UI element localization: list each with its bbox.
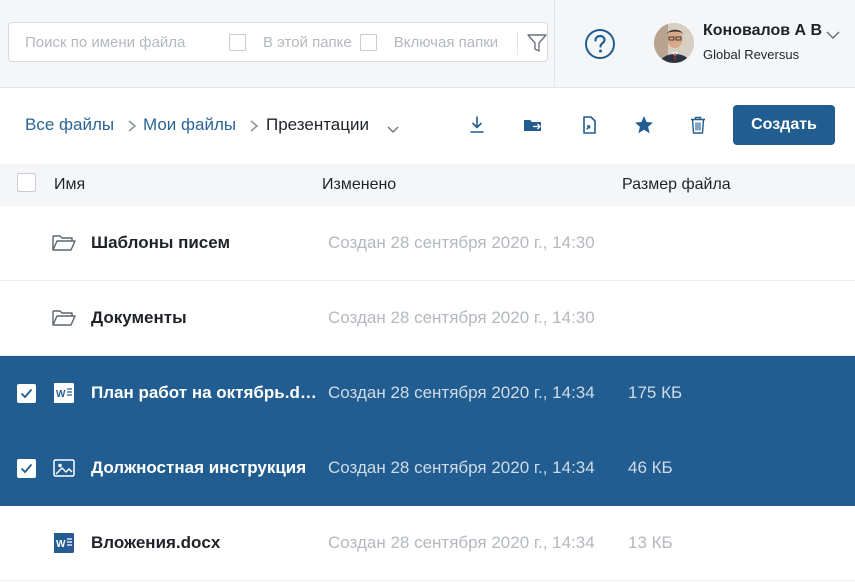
row-checkbox[interactable] (17, 384, 36, 403)
top-bar: В этой папке Включая папки Коновалов А В (0, 0, 855, 88)
breadcrumb-current[interactable]: Презентации (266, 115, 369, 135)
file-modified: Создан 28 сентября 2020 г., 14:34 (328, 458, 595, 477)
search-box: В этой папке Включая папки (8, 22, 548, 62)
chevron-down-icon[interactable] (387, 121, 399, 133)
file-modified: Создан 28 сентября 2020 г., 14:34 (328, 383, 595, 402)
filter-divider (517, 31, 518, 55)
table-row[interactable]: Документы Создан 28 сентября 2020 г., 14… (0, 281, 855, 356)
file-modified: Создан 28 сентября 2020 г., 14:30 (328, 233, 595, 252)
include-folders-label: Включая папки (393, 33, 499, 51)
row-checkbox[interactable] (17, 459, 36, 478)
help-icon[interactable] (584, 28, 616, 60)
check-icon (20, 388, 33, 399)
image-file-icon (51, 457, 77, 479)
in-folder-label: В этой папке (263, 33, 352, 51)
table-header: Имя Изменено Размер файла (0, 164, 855, 206)
file-name[interactable]: Вложения.docx (91, 533, 327, 553)
user-name[interactable]: Коновалов А В (703, 22, 822, 40)
download-icon[interactable] (466, 114, 488, 136)
topbar-divider (554, 0, 555, 88)
trash-icon[interactable] (687, 114, 709, 136)
copy-file-icon[interactable] (578, 114, 600, 136)
file-size: 175 КБ (628, 383, 683, 402)
breadcrumb-my-files[interactable]: Мои файлы (143, 115, 236, 135)
file-name[interactable]: Документы (91, 308, 327, 328)
folder-icon (51, 232, 77, 254)
chevron-down-icon[interactable] (826, 27, 840, 40)
filter-icon[interactable] (525, 31, 549, 55)
file-name[interactable]: Должностная инструкция (91, 458, 327, 478)
svg-text:W: W (56, 389, 66, 400)
chevron-right-icon (249, 119, 259, 132)
file-modified: Создан 28 сентября 2020 г., 14:30 (328, 308, 595, 327)
check-icon (20, 463, 33, 474)
folder-icon (51, 307, 77, 329)
include-folders-checkbox[interactable] (359, 33, 377, 51)
file-size: 46 КБ (628, 458, 673, 477)
move-to-folder-icon[interactable] (522, 114, 544, 136)
table-row[interactable]: W Вложения.docx Создан 28 сентября 2020 … (0, 506, 855, 581)
svg-text:W: W (56, 539, 66, 550)
breadcrumb-all-files[interactable]: Все файлы (25, 115, 114, 135)
file-modified: Создан 28 сентября 2020 г., 14:34 (328, 533, 595, 552)
search-input[interactable] (25, 23, 221, 61)
table-row[interactable]: Шаблоны писем Создан 28 сентября 2020 г.… (0, 206, 855, 281)
avatar[interactable] (654, 23, 694, 63)
user-company: Global Reversus (703, 47, 800, 62)
column-size[interactable]: Размер файла (622, 176, 731, 194)
chevron-right-icon (127, 119, 137, 132)
column-modified[interactable]: Изменено (322, 176, 396, 194)
create-button[interactable]: Создать (733, 105, 835, 145)
word-doc-icon: W (51, 532, 77, 554)
toolbar: Все файлы Мои файлы Презентации Создать (0, 88, 855, 164)
file-name[interactable]: Шаблоны писем (91, 233, 327, 253)
word-doc-icon: W (51, 382, 77, 404)
file-name[interactable]: План работ на октябрь.docx (91, 383, 327, 403)
in-folder-checkbox[interactable] (229, 33, 246, 51)
select-all-checkbox[interactable] (17, 173, 36, 192)
column-name[interactable]: Имя (54, 176, 85, 194)
star-icon[interactable] (633, 114, 655, 136)
table-row[interactable]: Должностная инструкция Создан 28 сентябр… (0, 431, 855, 506)
table-row[interactable]: W План работ на октябрь.docx Создан 28 с… (0, 356, 855, 431)
file-size: 13 КБ (628, 533, 673, 552)
